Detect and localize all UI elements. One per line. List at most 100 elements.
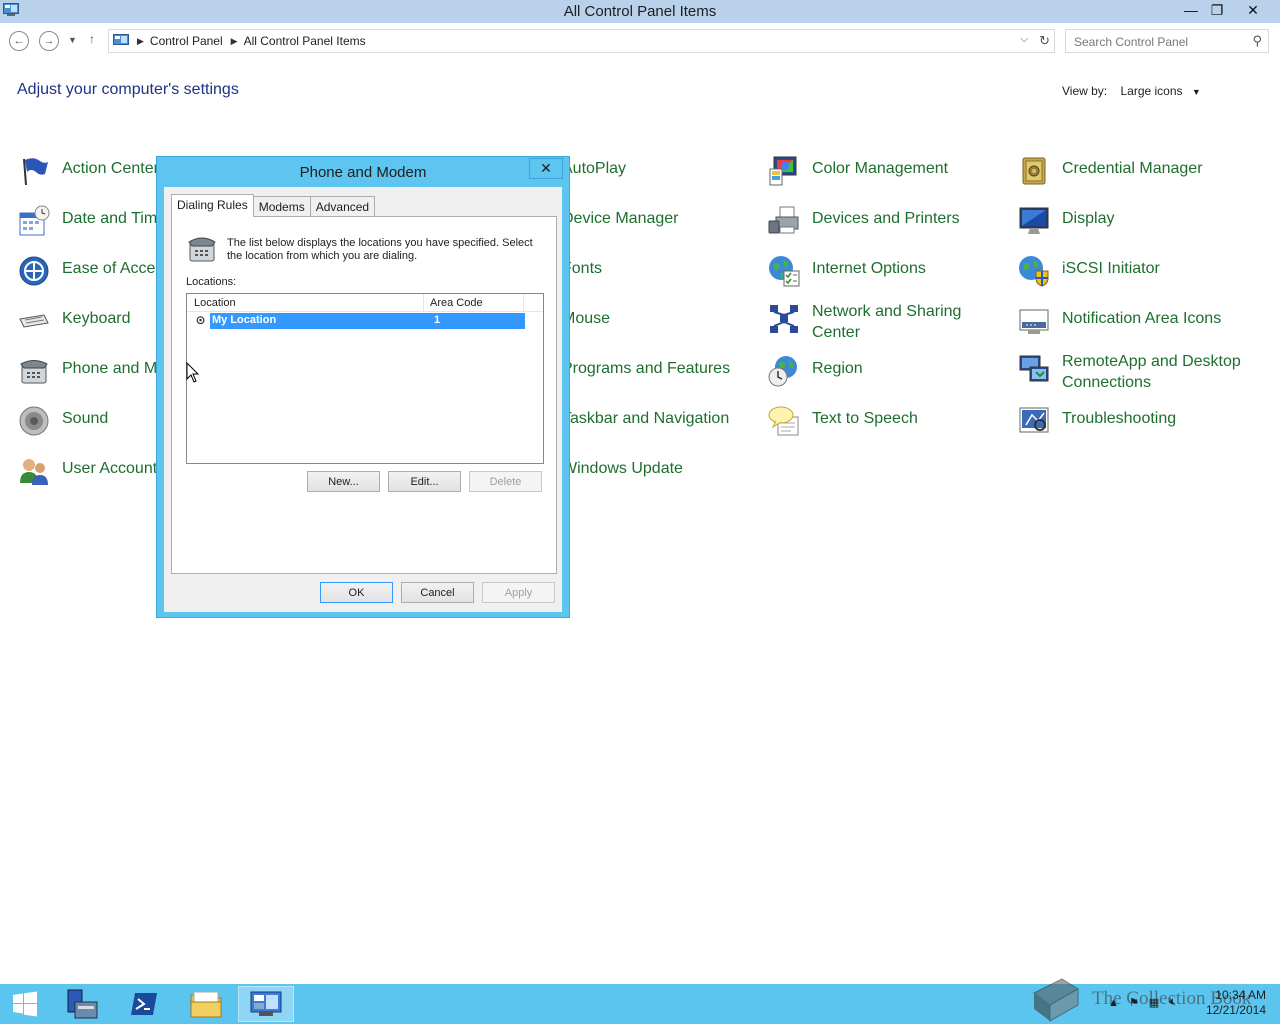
table-row[interactable]: ⊙ My Location 1 [193,313,525,329]
taskbar-clock[interactable]: 10:34 AM 12/21/2014 [1206,988,1266,1018]
address-bar[interactable]: ▶ Control Panel ▶ All Control Panel Item… [108,29,1055,53]
view-by-label: View by: [1062,84,1108,98]
breadcrumb-arrow-icon[interactable]: ▶ [231,36,238,47]
breadcrumb-control-panel[interactable]: Control Panel [150,34,223,48]
control-panel-icon [250,991,282,1016]
breadcrumb-arrow-icon[interactable]: ▶ [137,36,144,47]
new-button[interactable]: New... [307,471,380,492]
cp-item-iscsi-initiator[interactable]: iSCSI Initiator [1018,255,1160,287]
search-icon[interactable]: ⚲ [1252,33,1262,49]
windows-logo-icon [13,991,37,1017]
phone-and-modem-dialog: Phone and Modem ✕ Dialing Rules Modems A… [156,156,570,618]
mouse-cursor-icon [186,362,200,383]
taskbar-file-explorer[interactable] [178,986,234,1022]
view-by-dropdown[interactable]: Large icons [1120,84,1182,98]
window-titlebar: All Control Panel Items — ❐ ✕ [0,0,1280,23]
remote-desktop-icon [1019,355,1049,382]
network-tray-icon[interactable]: ▦ [1149,996,1159,1009]
taskbar-control-panel[interactable] [238,986,294,1022]
cp-item-troubleshooting[interactable]: Troubleshooting [1018,405,1176,437]
cp-item-date-and-time[interactable]: Date and Time [18,205,166,237]
speaker-icon [19,406,49,436]
column-header-location[interactable]: Location [187,294,424,311]
cp-item-network-and-sharing-center[interactable]: Network and Sharing Center [768,298,982,343]
window-title: All Control Panel Items [563,3,717,20]
restore-button[interactable]: ❐ [1204,0,1230,20]
minimize-button[interactable]: — [1178,0,1204,20]
location-name-cell[interactable]: My Location [210,313,428,329]
printer-icon [768,206,799,234]
cp-item-color-management[interactable]: Color Management [768,155,948,187]
delete-button[interactable]: Delete [469,471,542,492]
dialog-close-button[interactable]: ✕ [529,158,563,179]
back-arrow-icon[interactable]: ← [9,31,29,51]
page-title: Adjust your computer's settings [17,81,239,98]
cp-item-devices-and-printers[interactable]: Devices and Printers [768,205,960,237]
close-button[interactable]: ✕ [1230,0,1276,20]
cp-item-internet-options[interactable]: Internet Options [768,255,926,287]
breadcrumb-all-items[interactable]: All Control Panel Items [244,34,366,48]
tab-dialing-rules[interactable]: Dialing Rules [171,194,254,217]
search-input[interactable]: Search Control Panel ⚲ [1065,29,1269,53]
refresh-icon[interactable]: ↻ [1039,33,1050,49]
up-arrow-icon[interactable]: ↑ [89,32,95,46]
edit-button[interactable]: Edit... [388,471,461,492]
taskbar-powershell[interactable] [116,986,172,1022]
cp-item-notification-area-icons[interactable]: Notification Area Icons [1018,305,1221,337]
globe-check-icon [769,256,800,287]
cp-item-region[interactable]: Region [768,355,863,387]
cp-item-user-accounts[interactable]: User Accounts [18,455,165,487]
taskbar-server-manager[interactable] [54,986,110,1022]
address-dropdown-icon[interactable]: ⌵ [1020,34,1028,45]
column-header-area-code[interactable]: Area Code [424,294,524,311]
volume-muted-icon[interactable]: 🔇︎ [1169,996,1176,1009]
control-panel-icon [113,34,129,45]
recent-pages-chevron-icon[interactable]: ▼ [68,35,77,45]
phone-icon [188,237,216,262]
cp-item-display[interactable]: Display [1018,205,1114,237]
locations-label: Locations: [186,276,237,288]
phone-modem-icon [20,360,48,384]
chevron-down-icon[interactable]: ▼ [1192,87,1201,97]
globe-shield-icon [1019,256,1049,287]
cp-item-keyboard[interactable]: Keyboard [18,305,131,337]
start-button[interactable] [2,986,48,1022]
cp-item-action-center[interactable]: Action Center [18,155,159,187]
book-logo-icon [1033,978,1079,1022]
server-manager-icon [67,989,98,1019]
dialing-rules-panel: The list below displays the locations yo… [171,216,557,574]
cp-item-text-to-speech[interactable]: Text to Speech [768,405,918,437]
forward-arrow-icon[interactable]: → [39,31,59,51]
users-icon [20,459,48,485]
calendar-clock-icon [19,205,50,236]
locations-list[interactable]: Location Area Code ⊙ My Location 1 [186,293,544,464]
tab-advanced[interactable]: Advanced [309,196,376,217]
cp-item-remoteapp-and-desktop-connections[interactable]: RemoteApp and Desktop Connections [1018,348,1242,393]
tab-modems[interactable]: Modems [252,196,311,217]
apply-button[interactable]: Apply [482,582,555,603]
keyboard-icon [19,314,49,328]
search-placeholder: Search Control Panel [1074,35,1189,49]
show-hidden-icons-chevron-icon[interactable]: ▲ [1108,997,1119,1009]
color-management-icon [769,156,797,186]
area-code-cell[interactable]: 1 [428,313,525,329]
dialog-body: Dialing Rules Modems Advanced The list b… [164,187,562,612]
powershell-icon [131,993,157,1015]
cp-item-credential-manager[interactable]: Credential Manager [1018,155,1203,187]
system-tray: ▲ ⚑ ▦ 🔇︎ [1108,996,1176,1009]
cp-item-sound[interactable]: Sound [18,405,108,437]
speech-bubble-icon [768,406,799,436]
list-header: Location Area Code [187,294,543,312]
dialing-rules-description: The list below displays the locations yo… [227,237,533,262]
monitor-icon [1019,207,1049,234]
selected-location-icon: ⊙ [195,313,206,327]
folder-icon [190,991,222,1018]
notification-area-icon [1019,309,1049,334]
cancel-button[interactable]: Cancel [401,582,474,603]
dialog-title: Phone and Modem [299,164,427,181]
clock-time: 10:34 AM [1215,988,1266,1002]
action-center-flag-icon[interactable]: ⚑ [1129,996,1139,1009]
navigation-bar: ← → ▼ ↑ ▶ Control Panel ▶ All Control Pa… [0,28,1280,54]
cp-item-ease-of-access[interactable]: Ease of Access [18,255,171,287]
ok-button[interactable]: OK [320,582,393,603]
